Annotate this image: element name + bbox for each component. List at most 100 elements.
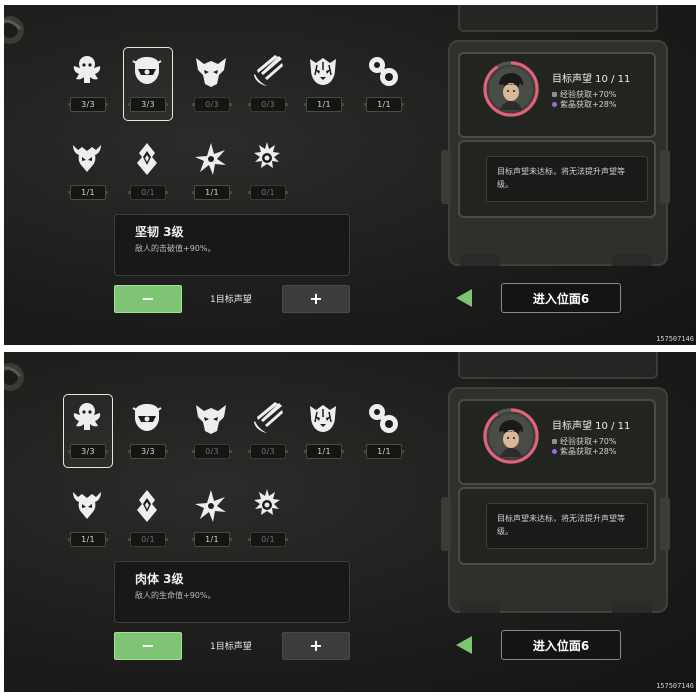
flame-crystal-icon [137, 143, 157, 175]
minus-label: − [141, 289, 155, 308]
enter-plane-button[interactable]: 进入位面6 [501, 283, 621, 313]
perk-slot[interactable]: 0/1 [126, 137, 180, 209]
perk-slot[interactable]: 0/3 [246, 49, 300, 121]
device-foot [460, 601, 500, 613]
game-panel-1: 3/3 3/3 0/3 0/3 1/1 1/1 1/1 0/1 1/1 0/1 … [4, 5, 696, 345]
perk-count-badge: 3/3 [68, 444, 108, 459]
perk-count-badge: 1/1 [364, 97, 404, 112]
perk-grid: 3/3 3/3 0/3 0/3 1/1 1/1 1/1 0/1 1/1 0/1 [62, 47, 422, 209]
perk-slot[interactable]: 0/1 [246, 137, 300, 209]
tiger-face-icon [310, 58, 336, 85]
perk-slot[interactable]: 0/1 [246, 484, 300, 556]
perk-name: 坚韧 3级 [135, 225, 184, 239]
perk-count-badge: 0/3 [192, 444, 232, 459]
perk-name: 肉体 3级 [135, 572, 184, 586]
crystal-stat-text: 紫晶获取+28% [560, 100, 617, 109]
perk-slot[interactable]: 0/3 [190, 396, 244, 468]
perk-slot[interactable]: 0/3 [246, 396, 300, 468]
notice-text: 目标声望未达标，将无法提升声望等级。 [497, 167, 625, 189]
device-handle-right [660, 497, 670, 551]
device-handle-left [441, 150, 451, 204]
perk-effect: 敌人的击破值+90%。 [135, 244, 216, 253]
game-panel-2: 3/3 3/3 0/3 0/3 1/1 1/1 1/1 0/1 1/1 0/1 … [4, 352, 696, 692]
perk-grid: 3/3 3/3 0/3 0/3 1/1 1/1 1/1 0/1 1/1 0/1 [62, 394, 422, 556]
skull-crest-icon [73, 56, 101, 83]
reputation-title: 目标声望 10 / 11 [552, 74, 631, 85]
perk-slot[interactable]: 1/1 [190, 137, 244, 209]
increase-button[interactable]: + [282, 632, 350, 660]
perk-count-badge: 1/1 [192, 185, 232, 200]
perk-slot[interactable]: 1/1 [66, 484, 120, 556]
perk-slot[interactable]: 3/3 [126, 396, 180, 468]
perk-slot[interactable]: 0/1 [126, 484, 180, 556]
watermark: 157507146 [656, 335, 694, 343]
back-arrow-icon[interactable] [456, 289, 472, 307]
corner-emblem-icon [4, 363, 24, 391]
flame-crystal-icon [137, 490, 157, 522]
back-arrow-icon[interactable] [456, 636, 472, 654]
perk-count-badge: 0/3 [248, 97, 288, 112]
perk-slot[interactable]: 1/1 [302, 396, 356, 468]
perk-slot[interactable]: 0/3 [190, 49, 244, 121]
perk-count-badge: 0/1 [128, 532, 168, 547]
skull-crest-icon [73, 403, 101, 430]
perk-count-badge: 0/3 [192, 97, 232, 112]
decrease-button[interactable]: − [114, 632, 182, 660]
horned-beast-icon [73, 145, 101, 172]
perk-slot[interactable]: 1/1 [362, 396, 416, 468]
device-foot [612, 254, 652, 266]
exp-stat-text: 经验获取+70% [560, 90, 617, 99]
horned-beast-icon [73, 492, 101, 519]
perk-slot[interactable]: 1/1 [66, 137, 120, 209]
character-portrait-avatar [483, 61, 539, 117]
mask-face-icon [132, 57, 162, 84]
perk-slot[interactable]: 1/1 [362, 49, 416, 121]
reputation-device: 目标声望 10 / 11 经验获取+70% 紫晶获取+28% 目标声望未达标，将… [441, 352, 672, 613]
crystal-stat: 紫晶获取+28% [552, 99, 616, 110]
demon-mask-icon [196, 405, 226, 434]
mask-face-icon [132, 404, 162, 431]
increase-button[interactable]: + [282, 285, 350, 313]
perk-slot[interactable]: 3/3 [123, 47, 180, 121]
crystal-stat: 紫晶获取+28% [552, 446, 616, 457]
perk-slot[interactable]: 1/1 [190, 484, 244, 556]
perk-count-badge: 0/1 [248, 532, 288, 547]
corner-emblem-icon [4, 16, 24, 44]
plus-label: + [309, 289, 323, 308]
perk-count-badge: 1/1 [364, 444, 404, 459]
enter-plane-label: 进入位面6 [532, 292, 590, 306]
device-top [458, 5, 658, 32]
character-portrait-avatar [483, 408, 539, 464]
perk-count-badge: 1/1 [304, 444, 344, 459]
notice-box: 目标声望未达标，将无法提升声望等级。 [486, 503, 648, 549]
enter-plane-button[interactable]: 进入位面6 [501, 630, 621, 660]
demon-mask-icon [196, 58, 226, 87]
perk-slot[interactable]: 1/1 [302, 49, 356, 121]
decrease-button[interactable]: − [114, 285, 182, 313]
target-reputation-label: 1目标声望 [210, 642, 252, 652]
claw-slash-icon [254, 55, 283, 86]
perk-count-badge: 0/1 [248, 185, 288, 200]
sun-spike-icon [254, 489, 280, 515]
watermark: 157507146 [656, 682, 694, 690]
exp-dot-icon [552, 439, 557, 444]
perk-description-box: 坚韧 3级 敌人的击破值+90%。 [114, 214, 350, 276]
perk-slot[interactable]: 3/3 [66, 49, 120, 121]
enter-plane-label: 进入位面6 [532, 639, 590, 653]
device-handle-left [441, 497, 451, 551]
perk-slot[interactable]: 3/3 [63, 394, 120, 468]
perk-count-badge: 1/1 [192, 532, 232, 547]
crystal-stat-text: 紫晶获取+28% [560, 447, 617, 456]
reputation-device: 目标声望 10 / 11 经验获取+70% 紫晶获取+28% 目标声望未达标，将… [441, 5, 672, 266]
notice-box: 目标声望未达标，将无法提升声望等级。 [486, 156, 648, 202]
notice-text: 目标声望未达标，将无法提升声望等级。 [497, 514, 625, 536]
shuriken-icon [195, 143, 226, 175]
device-foot [460, 254, 500, 266]
perk-description-box: 肉体 3级 敌人的生命值+90%。 [114, 561, 350, 623]
crystal-dot-icon [552, 449, 557, 454]
perk-count-badge: 1/1 [304, 97, 344, 112]
device-handle-right [660, 150, 670, 204]
claw-slash-icon [254, 402, 283, 433]
reputation-title: 目标声望 10 / 11 [552, 421, 631, 432]
device-top [458, 352, 658, 379]
